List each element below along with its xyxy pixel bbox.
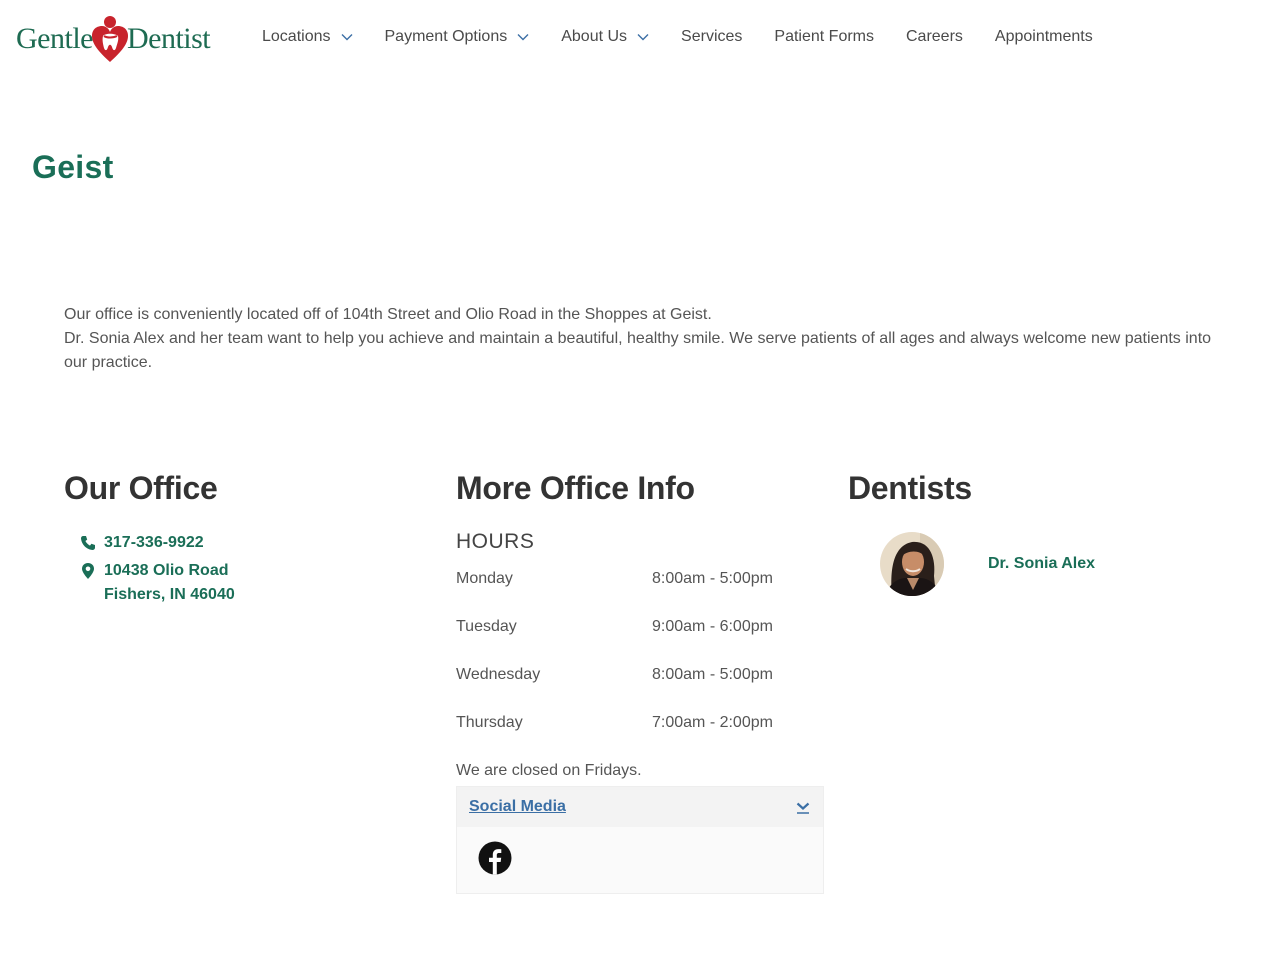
dentist-avatar[interactable]: [880, 532, 944, 596]
office-contact-list: 317-336-9922 10438 Olio Road Fishers, IN…: [80, 531, 235, 611]
nav-label: Patient Forms: [774, 28, 874, 45]
phone-link[interactable]: 317-336-9922: [104, 531, 204, 555]
dentists-heading: Dentists: [848, 470, 972, 506]
chevron-down-icon: [517, 34, 529, 41]
address-link[interactable]: 10438 Olio Road Fishers, IN 46040: [104, 559, 235, 607]
social-media-title: Social Media: [469, 798, 566, 815]
address-line2: Fishers, IN 46040: [104, 586, 235, 603]
page-title: Geist: [32, 149, 114, 185]
address-line1: 10438 Olio Road: [104, 562, 229, 579]
site-logo[interactable]: Gentle Dentist: [16, 14, 211, 64]
nav-label: Careers: [906, 28, 963, 45]
social-media-toggle[interactable]: Social Media: [457, 787, 823, 827]
nav-appointments[interactable]: Appointments: [995, 28, 1093, 46]
intro-paragraph: Our office is conveniently located off o…: [64, 306, 712, 323]
nav-label: Payment Options: [384, 28, 508, 45]
dentist-name-link[interactable]: Dr. Sonia Alex: [988, 555, 1095, 573]
hours-row: Thursday 7:00am - 2:00pm: [456, 714, 773, 762]
nav-label: Services: [681, 28, 743, 45]
hours-row: Wednesday 8:00am - 5:00pm: [456, 666, 773, 714]
nav-careers[interactable]: Careers: [906, 28, 963, 46]
hours-time: 8:00am - 5:00pm: [652, 570, 773, 587]
dentist-card: Dr. Sonia Alex: [880, 532, 1095, 596]
facebook-icon[interactable]: [478, 841, 512, 875]
logo-text-left: Gentle: [16, 22, 93, 55]
site-header: Gentle Dentist Locations Payment Options…: [0, 0, 1280, 80]
nav-label: Appointments: [994, 28, 1093, 45]
logo-text-right: Dentist: [126, 22, 211, 55]
hours-time: 7:00am - 2:00pm: [652, 714, 773, 731]
chevron-down-icon: [341, 34, 352, 41]
hours-row: Tuesday 9:00am - 6:00pm: [456, 618, 773, 666]
nav-label: Locations: [262, 28, 331, 45]
hours-day: Monday: [456, 570, 513, 587]
nav-label: About Us: [561, 28, 628, 45]
nav-locations[interactable]: Locations: [262, 28, 353, 46]
hours-table: Monday 8:00am - 5:00pm Tuesday 9:00am - …: [456, 570, 773, 762]
nav-patient-forms[interactable]: Patient Forms: [774, 28, 874, 46]
closed-note: We are closed on Fridays.: [456, 762, 642, 779]
chevron-down-icon: [637, 34, 649, 41]
hours-time: 9:00am - 6:00pm: [652, 618, 773, 635]
address-row: 10438 Olio Road Fishers, IN 46040: [80, 559, 235, 607]
nav-services[interactable]: Services: [681, 28, 742, 46]
nav-payment-options[interactable]: Payment Options: [385, 28, 530, 46]
main-nav: Locations Payment Options About Us Servi…: [262, 28, 1125, 46]
hours-day: Tuesday: [456, 618, 517, 635]
heart-tooth-logo-icon: [91, 16, 128, 62]
map-pin-icon: [82, 563, 94, 579]
more-office-info-heading: More Office Info: [456, 470, 695, 506]
our-office-heading: Our Office: [64, 470, 218, 506]
intro-paragraph: Dr. Sonia Alex and her team want to help…: [64, 330, 1212, 371]
nav-about-us[interactable]: About Us: [561, 28, 649, 46]
intro-text: Our office is conveniently located off o…: [64, 303, 1224, 375]
hours-day: Thursday: [456, 714, 523, 731]
phone-icon: [81, 536, 95, 550]
chevron-down-icon: [796, 802, 810, 814]
hours-row: Monday 8:00am - 5:00pm: [456, 570, 773, 618]
phone-row: 317-336-9922: [80, 531, 235, 555]
hours-day: Wednesday: [456, 666, 541, 683]
hours-label: HOURS: [456, 530, 535, 553]
hours-time: 8:00am - 5:00pm: [652, 666, 773, 683]
social-media-accordion: Social Media: [456, 786, 824, 894]
